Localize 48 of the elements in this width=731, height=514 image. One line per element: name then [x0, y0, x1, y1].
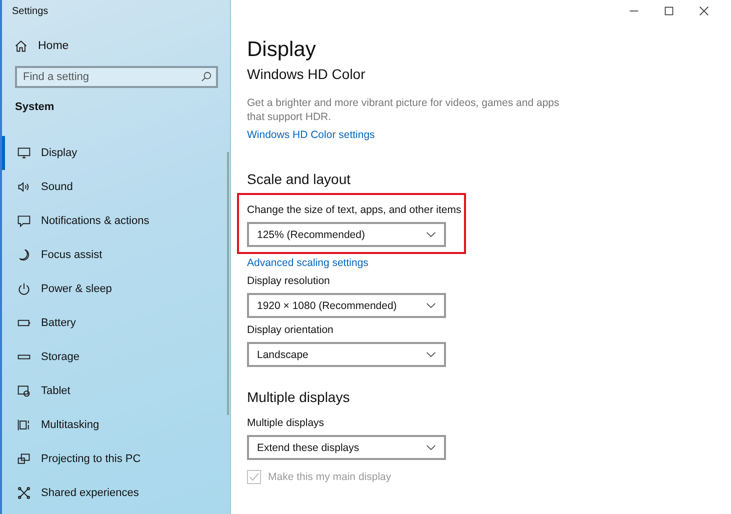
settings-link[interactable]: Advanced scaling settings — [247, 257, 368, 269]
setting-label: Display resolution — [247, 275, 330, 287]
sidebar-item[interactable]: Sound — [2, 170, 230, 204]
window-title: Settings — [12, 6, 48, 17]
dropdown[interactable]: Landscape — [247, 342, 446, 367]
section-heading: Windows HD Color — [247, 66, 366, 82]
description-text: Get a brighter and more vibrant picture for videos, games and apps that support HDR. — [247, 96, 560, 124]
nav-icon — [17, 384, 31, 398]
close-icon[interactable] — [699, 6, 709, 16]
search-icon — [201, 71, 212, 82]
page-title: Display — [247, 38, 317, 62]
sidebar-item[interactable]: Multitasking — [2, 408, 230, 442]
nav-icon — [17, 214, 31, 228]
setting-label: Multiple displays — [247, 417, 324, 429]
sidebar-item[interactable]: Storage — [2, 340, 230, 374]
sidebar-item[interactable]: Focus assist — [2, 238, 230, 272]
section-heading: Scale and layout — [247, 171, 352, 187]
home-link[interactable]: Home — [14, 39, 69, 53]
nav-icon — [17, 486, 31, 500]
chevron-icon — [426, 351, 436, 358]
nav-icon — [17, 282, 31, 296]
sidebar-item[interactable]: Projecting to this PC — [2, 442, 230, 476]
dropdown[interactable]: 1920 × 1080 (Recommended) — [247, 293, 446, 318]
nav-icon — [17, 248, 31, 262]
scrollbar[interactable] — [227, 152, 229, 415]
chevron-icon — [426, 231, 436, 238]
nav-icon — [17, 180, 31, 194]
sidebar-item[interactable]: Notifications & actions — [2, 204, 230, 238]
section-heading: System — [15, 101, 56, 113]
home-icon — [14, 39, 28, 53]
chevron-icon — [426, 444, 436, 451]
search-field[interactable]: Find a setting — [15, 66, 218, 88]
sidebar-item[interactable]: Power & sleep — [2, 272, 230, 306]
section-heading: Multiple displays — [247, 389, 351, 405]
sidebar-item[interactable]: Tablet — [2, 374, 230, 408]
maximize-icon[interactable] — [664, 6, 674, 16]
dropdown[interactable]: Extend these displays — [247, 435, 446, 460]
setting-label: Display orientation — [247, 324, 334, 336]
settings-link[interactable]: Windows HD Color settings — [247, 129, 375, 141]
checkbox-label: Make this my main display — [268, 471, 392, 483]
dropdown[interactable]: 125% (Recommended) — [247, 222, 446, 247]
nav-icon — [17, 452, 31, 466]
nav-icon — [17, 146, 31, 160]
setting-label: Change the size of text, apps, and other items — [247, 204, 462, 216]
sidebar-item[interactable]: Battery — [2, 306, 230, 340]
sidebar-item[interactable]: Shared experiences — [2, 476, 230, 510]
nav-icon — [17, 418, 31, 432]
chevron-icon — [426, 302, 436, 309]
